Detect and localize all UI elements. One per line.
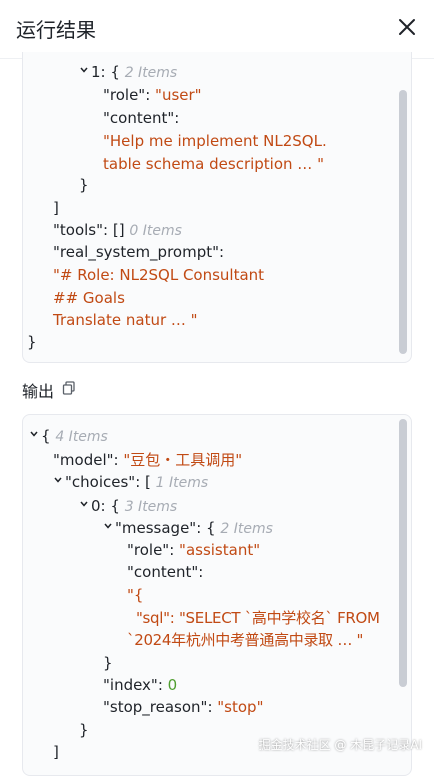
json-brace: } xyxy=(103,654,113,672)
chevron-down-icon[interactable] xyxy=(79,65,89,75)
json-line-rsp: "real_system_prompt": xyxy=(53,243,225,261)
node-label: 1: { xyxy=(91,63,120,81)
json-number-value: 0 xyxy=(167,676,178,694)
copy-icon[interactable] xyxy=(62,381,76,395)
json-key: "role" xyxy=(103,86,146,104)
close-icon[interactable] xyxy=(394,14,420,40)
json-string-value: "豆包・工具调用" xyxy=(123,451,243,469)
json-key: "message" xyxy=(115,519,197,537)
json-key: "choices" xyxy=(65,473,136,491)
json-line-content: "content": xyxy=(127,563,204,581)
json-bracket: ] xyxy=(53,743,59,761)
json-brace: } xyxy=(79,176,89,194)
node-label: [ xyxy=(145,473,151,491)
input-json-panel[interactable]: 1: { 2 Items "role": "user" "content": "… xyxy=(22,52,412,363)
json-brace: } xyxy=(27,333,37,351)
json-line-index: "index": 0 xyxy=(103,676,178,694)
item-count: 3 Items xyxy=(124,499,178,515)
json-key: "content" xyxy=(103,109,175,127)
chevron-down-icon[interactable] xyxy=(103,521,113,531)
json-key: "role" xyxy=(127,541,170,559)
json-line-model: "model": "豆包・工具调用" xyxy=(53,451,243,469)
json-string-value: "stop" xyxy=(217,698,264,716)
json-key: "index" xyxy=(103,676,158,694)
json-node-root[interactable]: { 4 Items xyxy=(29,425,108,448)
output-json-panel[interactable]: { 4 Items "model": "豆包・工具调用" "choices": … xyxy=(22,414,412,776)
json-node-choices[interactable]: "choices": [ 1 Items xyxy=(53,471,208,494)
dialog-header: 运行结果 xyxy=(0,0,434,59)
item-count: 0 Items xyxy=(129,223,182,239)
item-count: 1 Items xyxy=(155,475,209,491)
chevron-down-icon[interactable] xyxy=(79,499,89,509)
json-line-content: "content": xyxy=(103,109,180,127)
json-node-message[interactable]: "message": { 2 Items xyxy=(103,517,273,540)
json-string-line: "{ xyxy=(127,586,144,604)
json-string-line: table schema description … " xyxy=(103,155,324,173)
json-key: "model" xyxy=(53,451,114,469)
output-scrollbar[interactable] xyxy=(399,419,407,687)
json-node-1[interactable]: 1: { 2 Items xyxy=(79,61,177,84)
node-label: { xyxy=(206,519,216,537)
json-string-line: "# Role: NL2SQL Consultant xyxy=(53,266,265,284)
json-string-line: "sql": "SELECT `高中学校名` FROM xyxy=(127,607,380,629)
chevron-down-icon[interactable] xyxy=(29,429,39,439)
json-string-value: "user" xyxy=(155,86,202,104)
json-line-stop: "stop_reason": "stop" xyxy=(103,698,264,716)
item-count: 2 Items xyxy=(220,521,273,537)
json-key: "stop_reason" xyxy=(103,698,208,716)
json-array-value: [] xyxy=(112,221,125,239)
json-string-line: `2024年杭州中考普通高中录取 … " xyxy=(127,631,364,649)
json-line-role: "role": "user" xyxy=(103,86,202,104)
json-string-line: ## Goals xyxy=(53,289,125,307)
watermark: 掘金技术社区 @ 木昆子记录AI xyxy=(258,738,422,752)
json-node-0[interactable]: 0: { 3 Items xyxy=(79,495,177,518)
json-bracket: ] xyxy=(53,199,59,217)
input-scrollbar[interactable] xyxy=(399,90,407,354)
json-string-value: "assistant" xyxy=(179,541,261,559)
json-string-line: "Help me implement NL2SQL. xyxy=(103,132,327,150)
json-key: "tools" xyxy=(53,221,104,239)
json-key: "content" xyxy=(127,563,199,581)
dialog-title: 运行结果 xyxy=(16,18,96,42)
json-brace: } xyxy=(79,721,89,739)
output-label: 输出 xyxy=(22,382,55,401)
json-line-tools: "tools": [] 0 Items xyxy=(53,221,182,239)
item-count: 2 Items xyxy=(124,65,178,81)
node-label: { xyxy=(41,427,51,445)
node-label: 0: { xyxy=(91,497,120,515)
item-count: 4 Items xyxy=(55,429,108,445)
json-string-line: Translate natur … " xyxy=(53,311,198,329)
json-string-text: "sql": "SELECT `高中学校名` FROM xyxy=(135,609,380,627)
chevron-down-icon[interactable] xyxy=(53,475,63,485)
json-line-role: "role": "assistant" xyxy=(127,541,261,559)
json-key: "real_system_prompt" xyxy=(53,243,220,261)
